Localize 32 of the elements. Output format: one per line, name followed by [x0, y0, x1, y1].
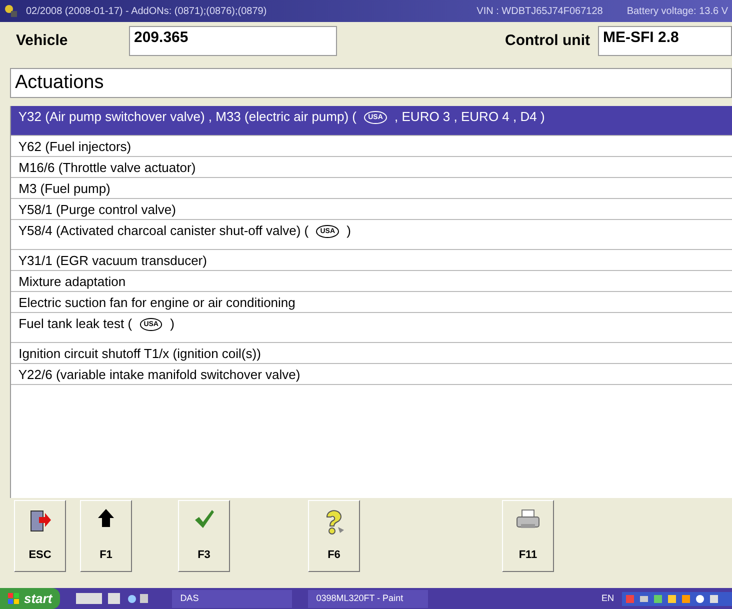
- door-exit-icon: [29, 509, 51, 533]
- up-arrow-icon: [98, 509, 114, 527]
- list-item[interactable]: Mixture adaptation: [11, 271, 732, 292]
- list-item[interactable]: M16/6 (Throttle valve actuator): [11, 157, 732, 178]
- window-title: 02/2008 (2008-01-17) - AddONs: (0871);(0876);(0879): [26, 4, 267, 18]
- list-item[interactable]: Ignition circuit shutoff T1/x (ignition coil(s)): [11, 343, 732, 364]
- vin-text: VIN : WDBTJ65J74F067128: [476, 4, 603, 18]
- vehicle-label: Vehicle: [16, 30, 69, 51]
- function-key-button[interactable]: F6: [308, 500, 360, 572]
- function-key-button[interactable]: F3: [178, 500, 230, 572]
- section-title: Actuations: [10, 68, 732, 98]
- function-key-button[interactable]: F1: [80, 500, 132, 572]
- list-item[interactable]: M3 (Fuel pump): [11, 178, 732, 199]
- function-key-button[interactable]: F11: [502, 500, 554, 572]
- start-button[interactable]: start: [0, 588, 60, 609]
- list-item[interactable]: Y58/1 (Purge control valve): [11, 199, 732, 220]
- list-item[interactable]: Y62 (Fuel injectors): [11, 136, 732, 157]
- control-unit-field: ME-SFI 2.8: [598, 26, 732, 56]
- battery-voltage-text: Battery voltage: 13.6 V: [626, 4, 728, 18]
- list-item[interactable]: Y22/6 (variable intake manifold switchover valve): [11, 364, 732, 385]
- list-item[interactable]: Electric suction fan for engine or air conditioning: [11, 292, 732, 313]
- language-indicator: EN: [601, 592, 614, 605]
- checkmark-icon: [194, 509, 214, 529]
- function-key-button[interactable]: ESC: [14, 500, 66, 572]
- taskbar-task[interactable]: DAS: [172, 590, 292, 608]
- app-logo-icon: [4, 4, 18, 18]
- taskbar-task[interactable]: 0398ML320FT - Paint: [308, 590, 428, 608]
- control-unit-label: Control unit: [505, 30, 590, 51]
- list-item[interactable]: Y31/1 (EGR vacuum transducer): [11, 250, 732, 271]
- vehicle-field: 209.365: [129, 26, 337, 56]
- windows-logo-icon: [8, 592, 20, 604]
- printer-icon: [515, 509, 541, 531]
